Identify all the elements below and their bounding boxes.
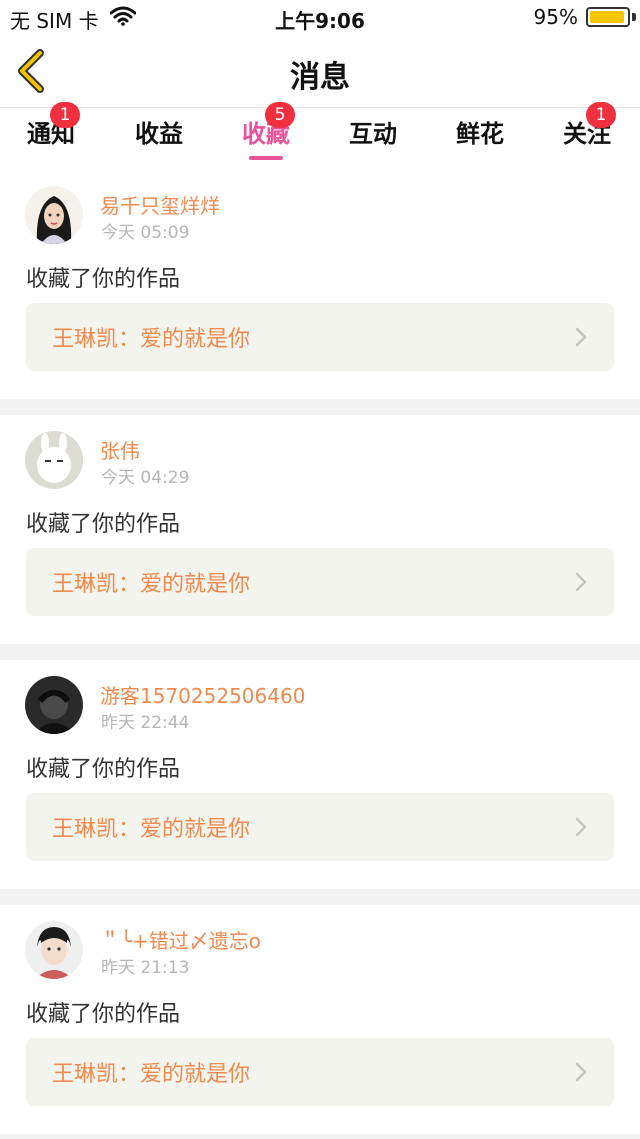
work-link[interactable]: 王琳凯：爱的就是你 bbox=[26, 1038, 614, 1106]
tab-bar: 通知 1 收益 收藏 5 互动 鲜花 关注 1 bbox=[0, 102, 640, 170]
list-item[interactable]: 易千只玺烊烊 今天 05:09 收藏了你的作品 王琳凯：爱的就是你 bbox=[0, 170, 640, 399]
tab-badge: 1 bbox=[50, 102, 80, 128]
tab-interactions[interactable]: 互动 bbox=[328, 114, 418, 149]
timestamp: 昨天 21:13 bbox=[101, 958, 190, 978]
user-name[interactable]: 易千只玺烊烊 bbox=[100, 190, 220, 219]
chevron-right-icon bbox=[575, 1062, 587, 1082]
list-item[interactable]: 张伟 今天 04:29 收藏了你的作品 王琳凯：爱的就是你 bbox=[0, 415, 640, 644]
battery-fill bbox=[590, 11, 624, 23]
action-text: 收藏了你的作品 bbox=[26, 267, 181, 292]
work-link[interactable]: 王琳凯：爱的就是你 bbox=[26, 548, 614, 616]
avatar[interactable] bbox=[25, 921, 83, 979]
action-text: 收藏了你的作品 bbox=[26, 757, 181, 782]
tab-label: 互动 bbox=[349, 120, 397, 148]
tab-badge: 1 bbox=[586, 102, 616, 128]
battery-percent: 95% bbox=[533, 5, 578, 29]
chevron-right-icon bbox=[575, 327, 587, 347]
list-item[interactable]: 游客1570252506460 昨天 22:44 收藏了你的作品 王琳凯：爱的就… bbox=[0, 660, 640, 889]
work-title: 王琳凯：爱的就是你 bbox=[52, 572, 251, 597]
chevron-right-icon bbox=[575, 572, 587, 592]
work-link[interactable]: 王琳凯：爱的就是你 bbox=[26, 793, 614, 861]
tab-favorites[interactable]: 收藏 5 bbox=[221, 102, 311, 160]
status-bar: 无 SIM 卡 上午9:06 95% bbox=[0, 0, 640, 34]
tab-flowers[interactable]: 鲜花 bbox=[435, 114, 525, 149]
timestamp: 今天 05:09 bbox=[101, 223, 190, 243]
tab-label: 鲜花 bbox=[456, 120, 504, 148]
battery-icon bbox=[586, 7, 630, 27]
avatar[interactable] bbox=[25, 186, 83, 244]
tab-label: 收益 bbox=[135, 120, 183, 148]
tab-following[interactable]: 关注 1 bbox=[542, 102, 632, 149]
tab-badge: 5 bbox=[265, 102, 295, 128]
work-link[interactable]: 王琳凯：爱的就是你 bbox=[26, 303, 614, 371]
avatar[interactable] bbox=[25, 676, 83, 734]
timestamp: 今天 04:29 bbox=[101, 468, 190, 488]
timestamp: 昨天 22:44 bbox=[101, 713, 190, 733]
user-name[interactable]: 张伟 bbox=[100, 435, 140, 464]
active-tab-indicator bbox=[249, 156, 283, 160]
list-item[interactable]: ＂╰+错过〆遗忘o 昨天 21:13 收藏了你的作品 王琳凯：爱的就是你 bbox=[0, 905, 640, 1134]
work-title: 王琳凯：爱的就是你 bbox=[52, 817, 251, 842]
user-name[interactable]: ＂╰+错过〆遗忘o bbox=[100, 925, 261, 954]
avatar[interactable] bbox=[25, 431, 83, 489]
chevron-right-icon bbox=[575, 817, 587, 837]
user-name[interactable]: 游客1570252506460 bbox=[100, 680, 305, 709]
work-title: 王琳凯：爱的就是你 bbox=[52, 1062, 251, 1087]
navigation-bar: 消息 bbox=[0, 34, 640, 108]
page-title: 消息 bbox=[290, 60, 350, 95]
tab-notifications[interactable]: 通知 1 bbox=[6, 102, 96, 149]
action-text: 收藏了你的作品 bbox=[26, 512, 181, 537]
battery-cap bbox=[632, 13, 636, 21]
action-text: 收藏了你的作品 bbox=[26, 1002, 181, 1027]
tab-earnings[interactable]: 收益 bbox=[114, 114, 204, 149]
work-title: 王琳凯：爱的就是你 bbox=[52, 327, 251, 352]
